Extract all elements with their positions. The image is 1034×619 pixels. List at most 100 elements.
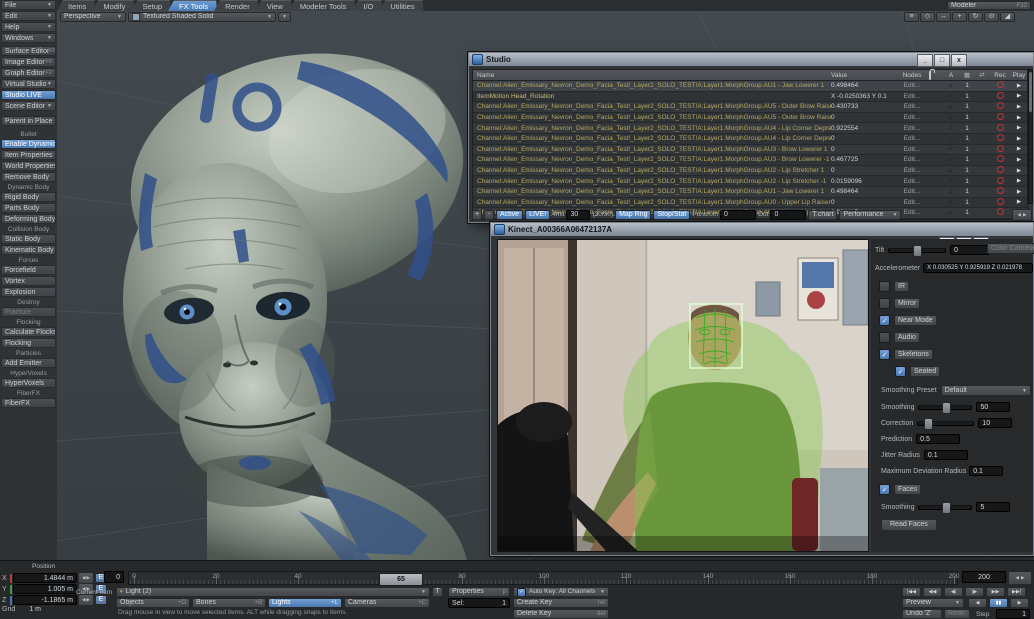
sidebar-item-surface-editor[interactable]: Surface EditorF5 [1, 46, 56, 56]
move-icon[interactable]: + [952, 12, 967, 22]
table-row[interactable]: Channel:Alien_Emissary_Nevron_Demo_Facia… [473, 145, 1027, 156]
near-mode-checkbox[interactable]: ✓ Near Mode [879, 315, 937, 326]
minimize-icon[interactable]: _ [917, 54, 933, 67]
remove-channel-button[interactable]: - [484, 210, 494, 220]
map-range-button[interactable]: Map Rng [615, 210, 651, 220]
edit-bones-button[interactable]: Bones+B [192, 598, 266, 608]
sidebar-item-rigid-body[interactable]: Rigid Body [1, 192, 56, 202]
redo-button[interactable]: Redo [944, 609, 970, 619]
close-icon[interactable]: x [951, 54, 967, 67]
maximize-icon[interactable]: □ [934, 54, 950, 67]
step-field[interactable]: 1 [996, 609, 1030, 619]
table-row[interactable]: Channel:Alien_Emissary_Nevron_Demo_Facia… [473, 176, 1027, 187]
sidebar-item-explosion[interactable]: Explosion [1, 287, 56, 297]
edit-objects-button[interactable]: Objects+O [116, 598, 190, 608]
sidebar-item-image-editor[interactable]: Image EditorF6 [1, 57, 56, 67]
sidebar-item-calculate-flocks[interactable]: Calculate Flocks [1, 327, 56, 337]
position-x-field[interactable]: 1.4844 m [13, 573, 77, 583]
jump-start-icon[interactable]: |◀◀ [902, 587, 921, 597]
studio-titlebar[interactable]: Studio _ □ x [469, 53, 1033, 66]
performance-dropdown[interactable]: Performance▼ [839, 210, 901, 220]
live-button[interactable]: LIVE! [525, 210, 550, 220]
sidebar-item-deforming-body[interactable]: Deforming Body [1, 214, 56, 224]
tilt-field[interactable]: 0 [950, 245, 990, 255]
sidebar-item-forcefield[interactable]: Forcefield [1, 265, 56, 275]
sidebar-item-windows[interactable]: Windows▼ [1, 33, 56, 43]
sidebar-item-parent-in-place[interactable]: Parent in Place [1, 116, 56, 126]
punch-out-field[interactable]: 0 [770, 210, 806, 220]
next-key-icon[interactable]: ▶▶ [986, 587, 1005, 597]
kinect-titlebar[interactable]: Kinect_A00366A06472137A _ □ x [491, 223, 1033, 236]
table-row[interactable]: Channel:Alien_Emissary_Nevron_Demo_Facia… [473, 123, 1027, 134]
max-deviation-field[interactable]: 0.1 [969, 466, 1003, 476]
create-key-button[interactable]: Create Keyret [513, 598, 609, 608]
ir-checkbox[interactable]: IR [879, 281, 909, 292]
end-frame-field[interactable]: 200 [962, 571, 1006, 583]
face-smoothing-slider[interactable] [918, 505, 972, 510]
tab-utilities[interactable]: Utilities [379, 0, 423, 11]
undo-button[interactable]: Undo 'Z' [902, 609, 942, 619]
table-row[interactable]: Channel:Alien_Emissary_Nevron_Demo_Facia… [473, 155, 1027, 166]
shading-options-dropdown[interactable]: ▼ [278, 12, 291, 22]
play-forward-icon[interactable]: ▶ [1010, 598, 1029, 608]
sidebar-item-flocking[interactable]: Flocking [1, 338, 56, 348]
preview-dropdown[interactable]: Preview▼ [902, 598, 964, 608]
mirror-checkbox[interactable]: Mirror [879, 298, 920, 309]
tab-items[interactable]: Items [57, 0, 95, 11]
edit-menu[interactable]: Edit▼ [1, 11, 56, 21]
help-menu[interactable]: Help▼ [1, 22, 56, 32]
sidebar-item-add-emitter[interactable]: Add Emitter [1, 358, 56, 368]
current-item-dropdown[interactable]: ▾ Light (2) ▼ [116, 587, 430, 597]
position-y-field[interactable]: 1.005 m [13, 584, 77, 594]
smoothing-field[interactable]: 50 [976, 402, 1010, 412]
item-t-button[interactable]: T [432, 587, 443, 597]
table-row[interactable]: Channel:Alien_Emissary_Nevron_Demo_Facia… [473, 166, 1027, 177]
sidebar-item-fiberfx[interactable]: FiberFX [1, 398, 56, 408]
smoothing-slider[interactable] [918, 405, 972, 410]
prediction-field[interactable]: 0.5 [916, 434, 960, 444]
tab-view[interactable]: View [256, 0, 292, 11]
edit-lights-button[interactable]: Lights+L [268, 598, 342, 608]
smoothing-preset-dropdown[interactable]: Default▼ [941, 385, 1031, 396]
sidebar-item-fracture[interactable]: Fracture [1, 307, 56, 317]
center-icon[interactable]: ◇ [920, 12, 935, 22]
face-smoothing-field[interactable]: 5 [976, 502, 1010, 512]
end-frame-spinner[interactable]: ◀▶ [1008, 571, 1032, 585]
tab-render[interactable]: Render [214, 0, 259, 11]
table-row[interactable]: Channel:Alien_Emissary_Nevron_Demo_Facia… [473, 81, 1027, 92]
sidebar-item-kinematic-body[interactable]: Kinematic Body [1, 245, 56, 255]
sidebar-item-world-properties[interactable]: World Properties [1, 161, 56, 171]
table-row[interactable]: ItemMotion Head_RotationX -0.0250363 Y 0… [473, 92, 1027, 103]
modeler-button[interactable]: ModelerF12 [947, 1, 1031, 10]
delete-key-button[interactable]: Delete Keydel [513, 609, 609, 619]
tchart-button[interactable]: T.chart [808, 210, 837, 220]
table-scrollbar[interactable] [1028, 69, 1033, 204]
menu-icon[interactable]: ≡ [904, 12, 919, 22]
sidebar-item-item-properties[interactable]: Item Properties [1, 150, 56, 160]
timeline-ruler[interactable]: 0 20 40 80 100 120 140 160 180 200 65 [128, 571, 958, 585]
read-faces-button[interactable]: Read Faces [881, 519, 937, 531]
pan-icon[interactable]: ↔ [936, 12, 951, 22]
audio-checkbox[interactable]: Audio [879, 332, 920, 343]
faces-checkbox[interactable]: ✓ Faces [879, 484, 921, 495]
table-row[interactable]: Channel:Alien_Emissary_Nevron_Demo_Facia… [473, 187, 1027, 198]
sidebar-item-virtual-studio[interactable]: Virtual Studio▼ [1, 79, 56, 89]
sidebar-item-scene-editor[interactable]: Scene Editor▼ [1, 101, 56, 111]
sidebar-item-vortex[interactable]: Vortex [1, 276, 56, 286]
jitter-radius-field[interactable]: 0.1 [924, 450, 968, 460]
z-envelope-button[interactable]: E [95, 595, 107, 605]
file-menu[interactable]: File▼ [1, 0, 56, 10]
step-back-icon[interactable]: ◀| [944, 587, 963, 597]
correction-slider[interactable] [917, 421, 974, 426]
pause-icon[interactable]: ▮▮ [989, 598, 1008, 608]
tab-modify[interactable]: Modify [92, 0, 134, 11]
correction-field[interactable]: 10 [978, 418, 1012, 428]
rate-field[interactable]: 30 [566, 210, 590, 220]
jump-end-icon[interactable]: ▶▶| [1007, 587, 1026, 597]
stop-stat-button[interactable]: Stop/Stat [653, 210, 690, 220]
step-forward-icon[interactable]: |▶ [965, 587, 984, 597]
table-row[interactable]: Channel:Alien_Emissary_Nevron_Demo_Facia… [473, 198, 1027, 209]
sidebar-item-enable-dynamics[interactable]: Enable Dynamics [1, 139, 56, 149]
sidebar-item-remove-body[interactable]: Remove Body [1, 172, 56, 182]
tab-io[interactable]: I/O [352, 0, 382, 11]
